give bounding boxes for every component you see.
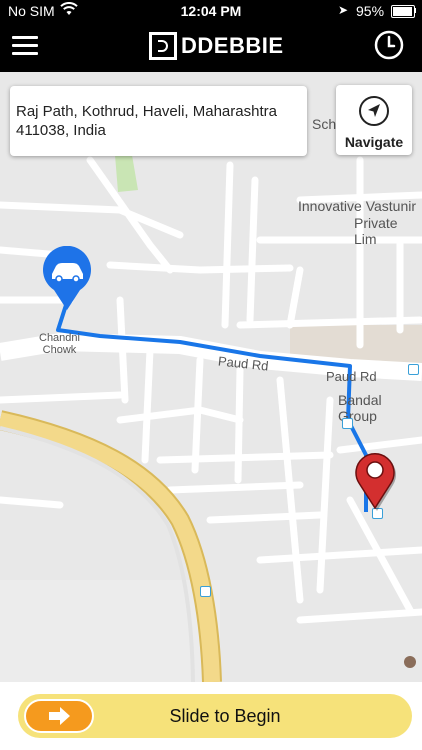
battery-level-fill <box>393 7 412 16</box>
location-arrow-icon: ➤ <box>338 3 349 17</box>
bottom-bar: Slide to Begin <box>0 682 422 750</box>
map-view[interactable]: Chandni Chowk Paud Rd Paud Rd Bandal Gro… <box>0 72 422 682</box>
school-poi-icon <box>404 656 416 668</box>
map-label-paud-rd-2: Paud Rd <box>326 369 377 384</box>
clock-icon[interactable] <box>374 30 404 60</box>
map-label-school: Sch <box>312 116 337 132</box>
bus-stop-icon <box>200 586 211 597</box>
bus-stop-icon <box>342 418 353 429</box>
logo-text: DDEBBIE <box>181 33 284 58</box>
slide-to-begin-slider[interactable]: Slide to Begin <box>18 694 412 738</box>
app-bar: DDEBBIE <box>0 22 422 72</box>
logo-mark <box>149 32 177 60</box>
battery-percent: 95% <box>356 3 385 19</box>
map-label-chandni-chowk: Chandni Chowk <box>39 332 80 356</box>
address-line1: Raj Path, Kothrud, Haveli, Maharashtra <box>16 103 277 120</box>
status-bar: No SIM 12:04 PM ➤ 95% <box>0 0 422 22</box>
map-label-innovative-line2: Private Lim <box>354 215 398 247</box>
navigation-arrow-icon <box>359 96 389 126</box>
battery-tip <box>414 8 416 13</box>
destination-pin-icon[interactable] <box>350 450 400 512</box>
app-logo: DDEBBIE <box>149 30 284 62</box>
address-line2: 411038, India <box>16 122 106 139</box>
bus-stop-icon <box>408 364 419 375</box>
map-label-chandni-line2: Chowk <box>42 344 77 356</box>
map-label-chandni-line1: Chandni <box>39 332 80 344</box>
battery-icon <box>391 5 415 18</box>
arrow-right-icon <box>49 707 70 725</box>
car-marker-icon[interactable] <box>42 245 92 312</box>
navigate-label: Navigate <box>344 134 404 150</box>
navigate-button[interactable]: Navigate <box>336 85 412 155</box>
map-label-innovative-line1: Innovative Vastunir <box>298 198 417 214</box>
hamburger-menu-icon[interactable] <box>12 36 38 56</box>
pickup-address-card[interactable]: Raj Path, Kothrud, Haveli, Maharashtra 4… <box>10 86 307 156</box>
slider-knob[interactable] <box>24 699 94 733</box>
